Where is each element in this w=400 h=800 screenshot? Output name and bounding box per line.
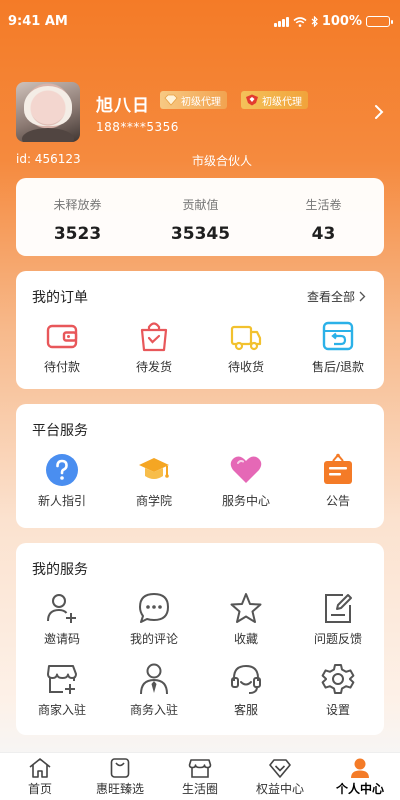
stat-life-vouchers[interactable]: 生活卷 43 — [262, 178, 385, 244]
headset-icon — [231, 664, 261, 694]
agent-level-badge-2: 初级代理 — [241, 91, 308, 109]
status-bar: 9:41 AM 100% — [0, 0, 400, 44]
business-person-icon — [140, 663, 168, 695]
view-all-orders-link[interactable]: 查看全部 — [307, 288, 366, 305]
diamond-badge-icon — [164, 94, 178, 106]
signal-icon — [273, 16, 289, 27]
section-title: 我的订单 — [32, 290, 88, 306]
avatar[interactable] — [16, 82, 80, 142]
wifi-icon — [293, 16, 307, 27]
comment-icon — [139, 593, 169, 623]
home-icon — [29, 758, 51, 778]
shield-badge-icon — [246, 94, 258, 106]
service-merchant-join[interactable]: 商家入驻 — [16, 662, 108, 718]
tab-personal-center[interactable]: 个人中心 — [320, 753, 400, 800]
shopping-bag-icon — [110, 758, 130, 778]
order-after-sales[interactable]: 售后/退款 — [292, 319, 384, 375]
diamond-icon — [269, 759, 291, 778]
feedback-icon — [325, 594, 352, 623]
stat-label: 生活卷 — [305, 198, 342, 212]
service-settings[interactable]: 设置 — [292, 662, 384, 718]
user-id: id: 456123 — [16, 152, 81, 166]
tab-home[interactable]: 首页 — [0, 753, 80, 800]
order-pending-payment[interactable]: 待付款 — [16, 319, 108, 375]
agent-level-badge: 初级代理 — [160, 91, 227, 109]
platform-services-card: 平台服务 新人指引 商学院 服务中心 公告 — [16, 404, 384, 528]
graduation-cap-icon — [139, 458, 169, 479]
chevron-right-icon[interactable] — [374, 104, 384, 120]
settings-gear-icon — [321, 664, 355, 694]
stat-contribution[interactable]: 贡献值 35345 — [139, 178, 262, 244]
stat-value: 3523 — [53, 224, 102, 244]
service-feedback[interactable]: 问题反馈 — [292, 591, 384, 647]
service-business-join[interactable]: 商务入驻 — [108, 662, 200, 718]
star-icon — [230, 593, 262, 623]
phone-number: 188****5356 — [96, 120, 179, 134]
battery-percent: 100% — [321, 14, 362, 29]
user-name: 旭八日 — [96, 96, 150, 116]
tab-life-circle[interactable]: 生活圈 — [160, 753, 240, 800]
heart-icon — [230, 456, 262, 483]
my-orders-card: 我的订单 查看全部 待付款 待发货 待收货 售后/退款 — [16, 271, 384, 389]
status-time: 9:41 AM — [8, 14, 68, 29]
shopping-bag-icon — [140, 322, 168, 352]
store-add-icon — [47, 665, 77, 694]
user-role: 市级合伙人 — [192, 154, 253, 168]
stat-unreleased-coupons[interactable]: 未释放券 3523 — [16, 178, 139, 244]
service-my-comments[interactable]: 我的评论 — [108, 591, 200, 647]
profile-header[interactable]: 旭八日 初级代理 初级代理 188****5356 — [16, 82, 386, 144]
stat-label: 未释放券 — [53, 198, 102, 212]
stats-card: 未释放券 3523 贡献值 35345 生活卷 43 — [16, 178, 384, 256]
service-customer-service[interactable]: 客服 — [200, 662, 292, 718]
service-center[interactable]: 服务中心 — [200, 453, 292, 509]
store-icon — [188, 759, 212, 778]
my-services-card: 我的服务 邀请码 我的评论 收藏 问题反馈 商家入驻 商务入驻 客服 设置 — [16, 543, 384, 735]
order-pending-shipment[interactable]: 待发货 — [108, 319, 200, 375]
add-user-icon — [47, 594, 76, 623]
bottom-tab-bar: 首页 惠旺臻选 生活圈 权益中心 个人中心 — [0, 752, 400, 800]
tab-selection[interactable]: 惠旺臻选 — [80, 753, 160, 800]
stat-label: 贡献值 — [182, 198, 219, 212]
refund-icon — [322, 321, 354, 351]
service-announcement[interactable]: 公告 — [292, 453, 384, 509]
chevron-right-icon — [359, 291, 366, 302]
bluetooth-icon — [311, 16, 318, 27]
wallet-icon — [46, 324, 78, 349]
section-title: 平台服务 — [32, 423, 88, 439]
battery-icon — [366, 16, 393, 27]
stat-value: 43 — [311, 224, 336, 244]
stat-value: 35345 — [170, 224, 231, 244]
delivery-truck-icon — [230, 325, 262, 351]
order-pending-receipt[interactable]: 待收货 — [200, 319, 292, 375]
person-icon — [351, 758, 369, 778]
service-invite-code[interactable]: 邀请码 — [16, 591, 108, 647]
section-title: 我的服务 — [32, 562, 88, 578]
question-icon — [46, 454, 78, 486]
status-indicators: 100% — [273, 14, 393, 29]
service-newbie-guide[interactable]: 新人指引 — [16, 453, 108, 509]
tab-benefits[interactable]: 权益中心 — [240, 753, 320, 800]
announcement-board-icon — [324, 453, 352, 484]
service-business-school[interactable]: 商学院 — [108, 453, 200, 509]
service-favorites[interactable]: 收藏 — [200, 591, 292, 647]
